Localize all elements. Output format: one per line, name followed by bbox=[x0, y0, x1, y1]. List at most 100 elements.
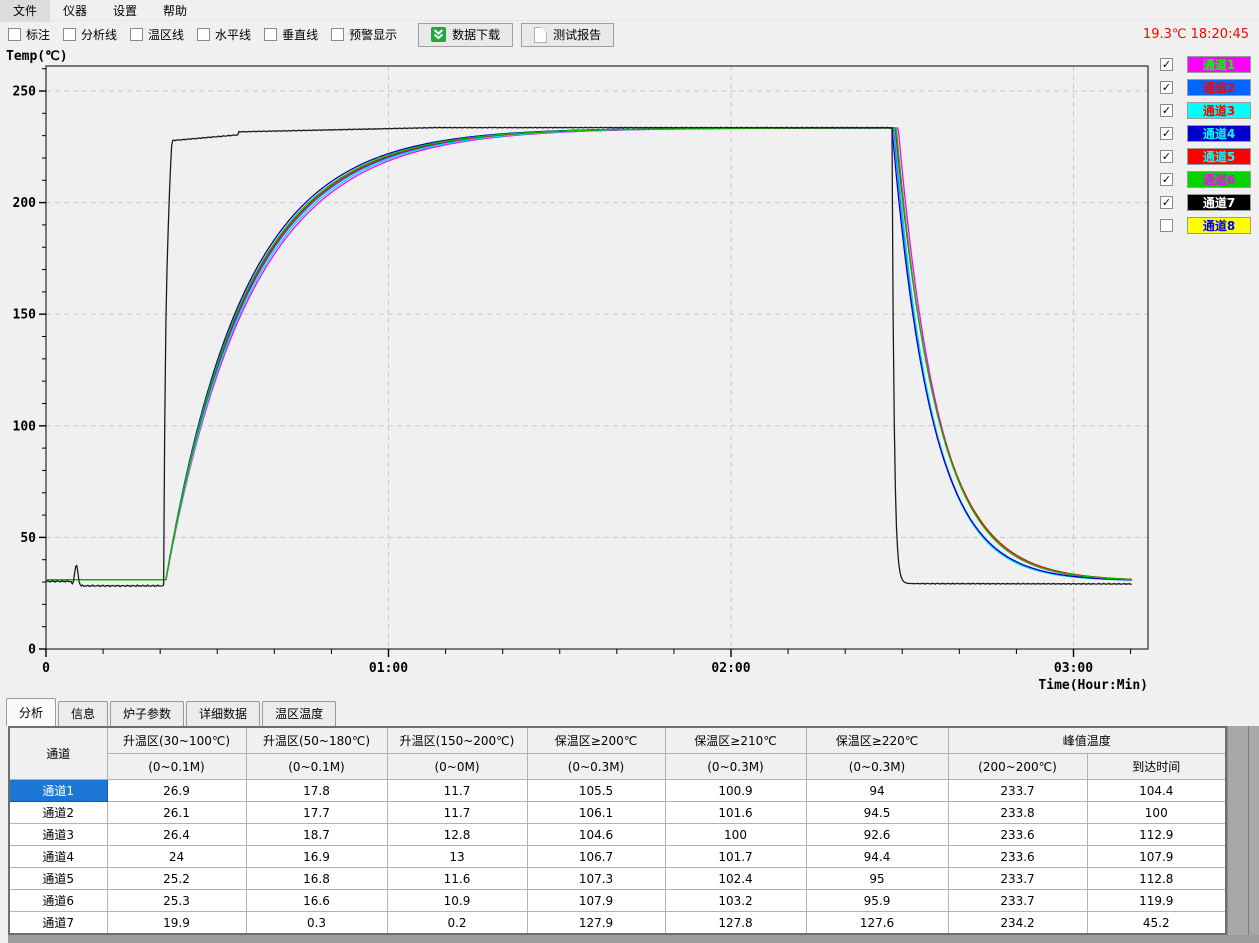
tab-5[interactable]: 温区温度 bbox=[262, 701, 336, 726]
checkbox-icon[interactable] bbox=[264, 28, 277, 41]
legend-checkbox-1[interactable]: ✓ bbox=[1160, 58, 1173, 71]
legend-checkbox-5[interactable]: ✓ bbox=[1160, 150, 1173, 163]
menu-item-1[interactable]: 文件 bbox=[0, 0, 50, 22]
value-cell: 104.6 bbox=[527, 824, 665, 846]
value-cell: 106.1 bbox=[527, 802, 665, 824]
menu-bar: 文件仪器设置帮助 bbox=[0, 0, 1259, 20]
legend-swatch-8: 通道8 bbox=[1187, 217, 1251, 234]
value-cell: 102.4 bbox=[665, 868, 806, 890]
value-cell: 12.8 bbox=[387, 824, 527, 846]
col-subheader-8-1: (200~200℃) bbox=[948, 754, 1087, 780]
toolbar-check-5[interactable]: 垂直线 bbox=[264, 26, 318, 43]
channel-cell-2[interactable]: 通道2 bbox=[9, 802, 107, 824]
channel-cell-5[interactable]: 通道5 bbox=[9, 868, 107, 890]
legend-checkbox-7[interactable]: ✓ bbox=[1160, 196, 1173, 209]
table-row-通道7: 通道719.90.30.2127.9127.8127.6234.245.2 bbox=[9, 912, 1226, 935]
menu-item-3[interactable]: 设置 bbox=[100, 0, 150, 22]
checkbox-icon[interactable] bbox=[130, 28, 143, 41]
toolbar-check-1[interactable]: 标注 bbox=[8, 26, 50, 43]
col-subheader-6: (0~0.3M) bbox=[665, 754, 806, 780]
checkbox-icon[interactable] bbox=[197, 28, 210, 41]
test-report-button[interactable]: 测试报告 bbox=[521, 23, 614, 47]
value-cell: 17.7 bbox=[246, 802, 387, 824]
col-header-7: 保温区≥220℃ bbox=[806, 727, 948, 754]
toolbar-check-3[interactable]: 温区线 bbox=[130, 26, 184, 43]
value-cell: 94 bbox=[806, 780, 948, 802]
legend-checkbox-2[interactable]: ✓ bbox=[1160, 81, 1173, 94]
table-bottom-scrollbar[interactable] bbox=[8, 935, 1259, 943]
menu-item-2[interactable]: 仪器 bbox=[50, 0, 100, 22]
svg-text:100: 100 bbox=[13, 419, 37, 434]
value-cell: 101.6 bbox=[665, 802, 806, 824]
value-cell: 0.2 bbox=[387, 912, 527, 935]
data-download-button[interactable]: 数据下载 bbox=[418, 23, 513, 47]
tab-2[interactable]: 信息 bbox=[58, 701, 108, 726]
value-cell: 107.9 bbox=[1087, 846, 1226, 868]
channel-cell-7[interactable]: 通道7 bbox=[9, 912, 107, 935]
table-right-gutter bbox=[1227, 726, 1259, 943]
value-cell: 233.7 bbox=[948, 868, 1087, 890]
legend-item-8: 通道8 bbox=[1149, 216, 1251, 234]
value-cell: 11.7 bbox=[387, 802, 527, 824]
value-cell: 100.9 bbox=[665, 780, 806, 802]
channel-cell-3[interactable]: 通道3 bbox=[9, 824, 107, 846]
toolbar-check-2[interactable]: 分析线 bbox=[63, 26, 117, 43]
legend-checkbox-4[interactable]: ✓ bbox=[1160, 127, 1173, 140]
svg-text:200: 200 bbox=[13, 196, 37, 211]
tab-3[interactable]: 炉子参数 bbox=[110, 701, 184, 726]
toolbar: 标注 分析线 温区线 水平线垂直线 预警显示 数据下载 测试报告 19.3℃ 18:20… bbox=[0, 20, 1259, 48]
checkbox-icon[interactable] bbox=[63, 28, 76, 41]
temperature-chart[interactable]: 050100150200250001:0002:0003:00Temp(℃)Ti… bbox=[0, 47, 1259, 700]
checkbox-icon[interactable] bbox=[8, 28, 21, 41]
status-temp-time: 19.3℃ 18:20:45 bbox=[1143, 27, 1251, 42]
col-subheader-8-2: 到达时间 bbox=[1087, 754, 1226, 780]
legend-checkbox-6[interactable]: ✓ bbox=[1160, 173, 1173, 186]
download-icon bbox=[431, 27, 446, 42]
table-row-通道2: 通道226.117.711.7106.1101.694.5233.8100 bbox=[9, 802, 1226, 824]
legend-swatch-7: 通道7 bbox=[1187, 194, 1251, 211]
legend-checkbox-3[interactable]: ✓ bbox=[1160, 104, 1173, 117]
value-cell: 26.4 bbox=[107, 824, 246, 846]
value-cell: 45.2 bbox=[1087, 912, 1226, 935]
value-cell: 233.6 bbox=[948, 824, 1087, 846]
toolbar-check-label: 水平线 bbox=[215, 26, 251, 43]
col-subheader-4: (0~0M) bbox=[387, 754, 527, 780]
analysis-tabbar: 分析信息炉子参数详细数据温区温度 bbox=[0, 699, 1259, 726]
value-cell: 112.9 bbox=[1087, 824, 1226, 846]
value-cell: 26.9 bbox=[107, 780, 246, 802]
tab-1[interactable]: 分析 bbox=[6, 698, 56, 726]
value-cell: 127.6 bbox=[806, 912, 948, 935]
legend-swatch-6: 通道6 bbox=[1187, 171, 1251, 188]
value-cell: 105.5 bbox=[527, 780, 665, 802]
menu-item-4[interactable]: 帮助 bbox=[150, 0, 200, 22]
legend-swatch-1: 通道1 bbox=[1187, 56, 1251, 73]
tab-4[interactable]: 详细数据 bbox=[186, 701, 260, 726]
value-cell: 16.8 bbox=[246, 868, 387, 890]
value-cell: 95 bbox=[806, 868, 948, 890]
svg-text:Temp(℃): Temp(℃) bbox=[6, 49, 68, 64]
col-header-5: 保温区≥200℃ bbox=[527, 727, 665, 754]
value-cell: 11.6 bbox=[387, 868, 527, 890]
report-icon bbox=[534, 27, 547, 43]
legend-item-3: ✓通道3 bbox=[1149, 101, 1251, 119]
channel-cell-1[interactable]: 通道1 bbox=[9, 780, 107, 802]
legend-item-4: ✓通道4 bbox=[1149, 124, 1251, 142]
svg-text:0: 0 bbox=[28, 643, 36, 658]
col-header-8: 峰值温度 bbox=[948, 727, 1226, 754]
toolbar-check-4[interactable]: 水平线 bbox=[197, 26, 251, 43]
checkbox-icon[interactable] bbox=[331, 28, 344, 41]
toolbar-check-label: 分析线 bbox=[81, 26, 117, 43]
value-cell: 233.8 bbox=[948, 802, 1087, 824]
col-subheader-3: (0~0.1M) bbox=[246, 754, 387, 780]
legend-checkbox-8[interactable] bbox=[1160, 219, 1173, 232]
toolbar-check-6[interactable]: 预警显示 bbox=[331, 26, 397, 43]
table-row-通道5: 通道525.216.811.6107.3102.495233.7112.8 bbox=[9, 868, 1226, 890]
channel-cell-6[interactable]: 通道6 bbox=[9, 890, 107, 912]
value-cell: 92.6 bbox=[806, 824, 948, 846]
col-header-6: 保温区≥210℃ bbox=[665, 727, 806, 754]
toolbar-check-label: 温区线 bbox=[148, 26, 184, 43]
channel-cell-4[interactable]: 通道4 bbox=[9, 846, 107, 868]
value-cell: 18.7 bbox=[246, 824, 387, 846]
toolbar-check-label: 预警显示 bbox=[349, 26, 397, 43]
value-cell: 19.9 bbox=[107, 912, 246, 935]
